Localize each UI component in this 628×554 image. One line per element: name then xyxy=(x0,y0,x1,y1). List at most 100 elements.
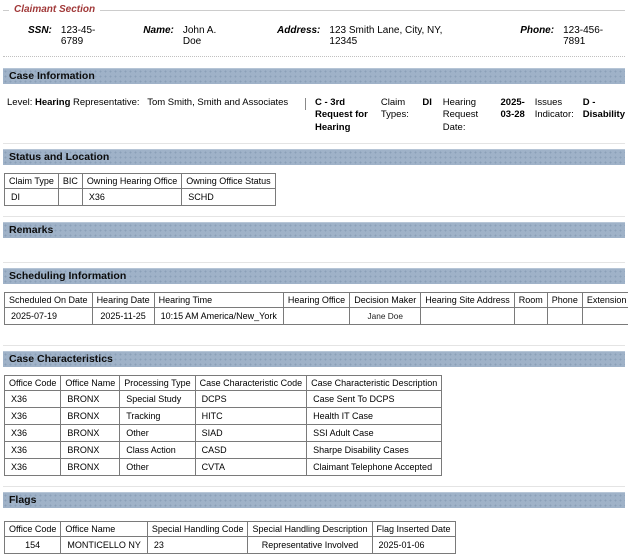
claimant-fields-row: SSN: 123-45-6789 Name: John A. Doe Addre… xyxy=(3,25,625,47)
column-header: Processing Type xyxy=(120,376,195,391)
table-cell: 2025-11-25 xyxy=(92,308,154,325)
column-header: Decision Maker xyxy=(350,293,421,308)
table-cell: Health IT Case xyxy=(307,408,442,425)
table-cell: 2025-07-19 xyxy=(5,308,93,325)
column-header: Owning Hearing Office xyxy=(82,174,181,189)
table-cell: Other xyxy=(120,425,195,442)
flags-header: Flags xyxy=(3,492,625,508)
column-header: Phone xyxy=(547,293,582,308)
representative-label: Representative: xyxy=(73,97,140,108)
hearing-request-date-value: 2025-03-28 xyxy=(501,97,526,122)
table-cell: HITC xyxy=(195,408,307,425)
table-cell: Other xyxy=(120,459,195,476)
table-header-row: Scheduled On DateHearing DateHearing Tim… xyxy=(5,293,628,308)
table-cell: X36 xyxy=(5,425,61,442)
column-header: Office Code xyxy=(5,522,61,537)
table-cell: X36 xyxy=(5,391,61,408)
name-value: John A. Doe xyxy=(183,25,237,47)
column-header: Scheduled On Date xyxy=(5,293,93,308)
table-cell xyxy=(58,189,82,206)
column-header: Hearing Site Address xyxy=(421,293,515,308)
vertical-divider xyxy=(305,98,306,110)
case-level-group: Level: Hearing Representative: Tom Smith… xyxy=(3,97,305,109)
scheduling-information-table: Scheduled On DateHearing DateHearing Tim… xyxy=(4,292,628,325)
column-header: Flag Inserted Date xyxy=(372,522,455,537)
table-cell: X36 xyxy=(82,189,181,206)
phone-value: 123-456-7891 xyxy=(563,25,625,47)
column-header: Office Name xyxy=(61,376,120,391)
table-row: 2025-07-192025-11-2510:15 AM America/New… xyxy=(5,308,628,325)
flags-table: Office CodeOffice NameSpecial Handling C… xyxy=(4,521,456,554)
level-value: Hearing xyxy=(35,97,70,108)
case-details-page: Claimant Section SSN: 123-45-6789 Name: … xyxy=(3,10,625,554)
table-cell: 23 xyxy=(147,537,248,554)
table-cell xyxy=(421,308,515,325)
table-row: X36BRONXOtherSIADSSI Adult Case xyxy=(5,425,442,442)
phone-label: Phone: xyxy=(520,25,554,36)
table-cell xyxy=(283,308,349,325)
column-header: Office Code xyxy=(5,376,61,391)
table-row: 154MONTICELLO NY23Representative Involve… xyxy=(5,537,456,554)
table-header-row: Claim TypeBICOwning Hearing OfficeOwning… xyxy=(5,174,276,189)
table-row: X36BRONXOtherCVTAClaimant Telephone Acce… xyxy=(5,459,442,476)
table-cell: BRONX xyxy=(61,442,120,459)
ssn-value: 123-45-6789 xyxy=(61,25,117,47)
column-header: BIC xyxy=(58,174,82,189)
table-cell xyxy=(514,308,547,325)
table-cell: Case Sent To DCPS xyxy=(307,391,442,408)
table-cell: BRONX xyxy=(61,391,120,408)
table-cell: BRONX xyxy=(61,408,120,425)
table-cell: BRONX xyxy=(61,425,120,442)
remarks-empty-body xyxy=(3,238,625,262)
table-cell: 2025-01-06 xyxy=(372,537,455,554)
flags-section: Flags Office CodeOffice NameSpecial Hand… xyxy=(3,492,625,554)
column-header: Owning Office Status xyxy=(182,174,275,189)
case-information-header: Case Information xyxy=(3,68,625,84)
scheduling-information-body: Scheduled On DateHearing DateHearing Tim… xyxy=(3,292,625,345)
table-cell: X36 xyxy=(5,408,61,425)
case-characteristics-section: Case Characteristics Office CodeOffice N… xyxy=(3,351,625,487)
column-header: Hearing Office xyxy=(283,293,349,308)
table-cell: CVTA xyxy=(195,459,307,476)
address-value: 123 Smith Lane, City, NY, 12345 xyxy=(329,25,472,47)
status-and-location-table: Claim TypeBICOwning Hearing OfficeOwning… xyxy=(4,173,276,206)
table-cell: MONTICELLO NY xyxy=(61,537,148,554)
ssn-label: SSN: xyxy=(28,25,52,36)
table-cell: SSI Adult Case xyxy=(307,425,442,442)
table-cell: 10:15 AM America/New_York xyxy=(154,308,283,325)
table-header-row: Office CodeOffice NameSpecial Handling C… xyxy=(5,522,456,537)
table-cell xyxy=(547,308,582,325)
column-header: Room xyxy=(514,293,547,308)
column-header: Special Handling Description xyxy=(248,522,372,537)
case-information-section: Case Information Level: Hearing Represen… xyxy=(3,68,625,144)
request-type-value: C - 3rd Request for Hearing xyxy=(315,97,372,134)
column-header: Extension xyxy=(582,293,628,308)
column-header: Case Characteristic Description xyxy=(307,376,442,391)
name-label: Name: xyxy=(143,25,174,36)
claimant-section: Claimant Section SSN: 123-45-6789 Name: … xyxy=(3,10,625,57)
table-cell xyxy=(582,308,628,325)
column-header: Hearing Date xyxy=(92,293,154,308)
table-cell: BRONX xyxy=(61,459,120,476)
representative-value: Tom Smith, Smith and Associates xyxy=(147,97,288,108)
table-cell: DI xyxy=(5,189,59,206)
column-header: Hearing Time xyxy=(154,293,283,308)
table-cell: Sharpe Disability Cases xyxy=(307,442,442,459)
column-header: Claim Type xyxy=(5,174,59,189)
case-information-row: Level: Hearing Representative: Tom Smith… xyxy=(3,97,625,143)
table-cell: SCHD xyxy=(182,189,275,206)
column-header: Office Name xyxy=(61,522,148,537)
table-cell: X36 xyxy=(5,442,61,459)
claim-types-label: Claim Types: xyxy=(381,97,414,122)
table-cell: X36 xyxy=(5,459,61,476)
table-cell: 154 xyxy=(5,537,61,554)
issues-indicator-value: D - Disability xyxy=(583,97,625,122)
table-cell: Claimant Telephone Accepted xyxy=(307,459,442,476)
hearing-request-date-label: Hearing Request Date: xyxy=(443,97,492,134)
table-header-row: Office CodeOffice NameProcessing Type Cas… xyxy=(5,376,442,391)
case-characteristics-header: Case Characteristics xyxy=(3,351,625,367)
table-row: X36BRONXClass ActionCASDSharpe Disabilit… xyxy=(5,442,442,459)
table-row: X36BRONXSpecial StudyDCPSCase Sent To DC… xyxy=(5,391,442,408)
table-row: X36BRONXTrackingHITCHealth IT Case xyxy=(5,408,442,425)
table-cell: Representative Involved xyxy=(248,537,372,554)
